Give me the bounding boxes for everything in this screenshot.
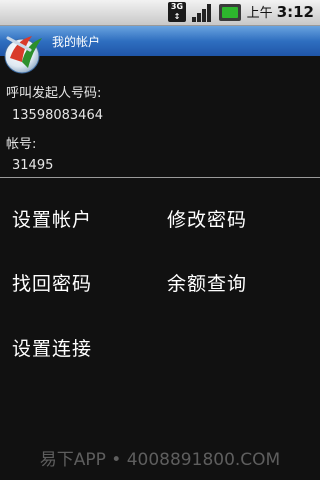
network-3g-icon: 3G ↕	[168, 2, 186, 22]
change-password-button[interactable]: 修改密码	[167, 205, 247, 232]
connection-settings-button[interactable]: 设置连接	[12, 334, 92, 361]
caller-number-value: 13598083464	[12, 108, 103, 123]
clock-time: 3:12	[276, 3, 314, 21]
title-bar	[0, 26, 320, 56]
page-title: 我的帐户	[52, 35, 101, 49]
clock-ampm: 上午	[246, 6, 273, 21]
balance-query-button[interactable]: 余额查询	[167, 269, 247, 296]
signal-strength-icon	[192, 3, 214, 22]
account-number-label: 帐号:	[6, 137, 37, 152]
battery-icon	[219, 4, 241, 21]
status-clock: 上午 3:12	[247, 2, 314, 23]
recover-password-button[interactable]: 找回密码	[12, 269, 92, 296]
set-account-button[interactable]: 设置帐户	[12, 205, 92, 232]
caller-number-label: 呼叫发起人号码:	[6, 86, 102, 101]
account-number-value: 31495	[12, 158, 54, 173]
app-logo-icon	[4, 36, 42, 74]
divider	[0, 177, 320, 178]
status-bar: 3G ↕ 上午 3:12	[0, 0, 320, 26]
watermark: 易下APP • 4008891800.COM	[39, 450, 281, 470]
